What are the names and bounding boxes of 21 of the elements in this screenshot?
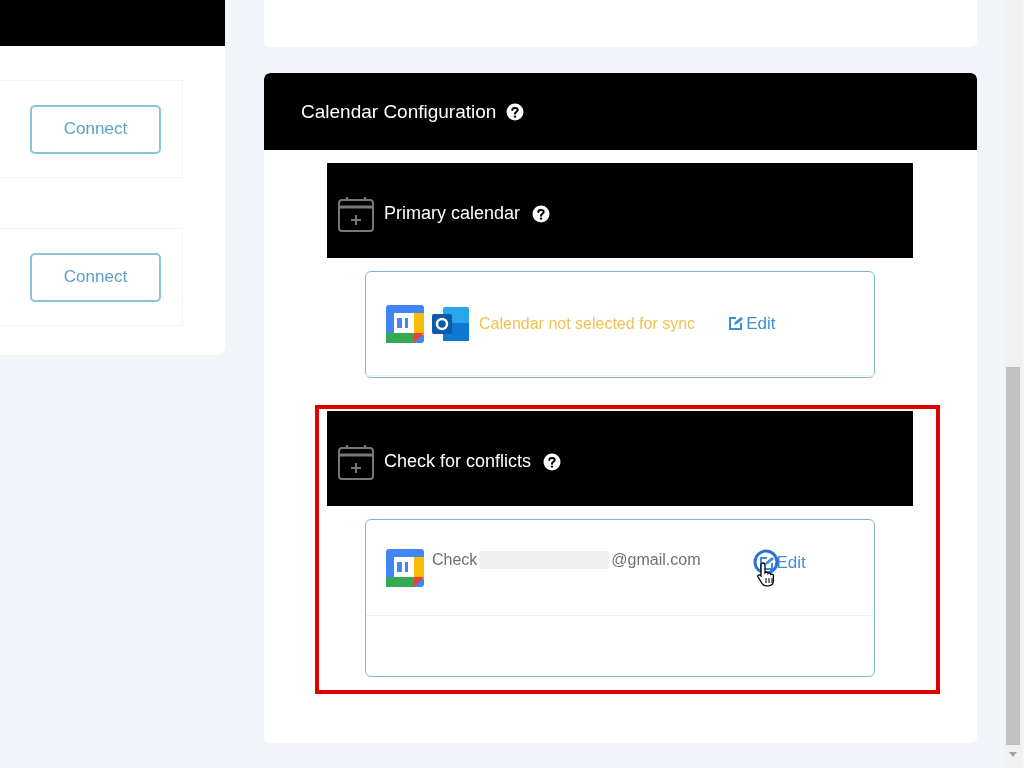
google-calendar-icon [386, 549, 424, 587]
section-title: Primary calendar [384, 203, 521, 224]
help-icon[interactable] [532, 204, 551, 223]
email-domain-text: @gmail.com [611, 551, 701, 569]
section-title: Check for conflicts [384, 451, 532, 472]
edit-icon [758, 555, 774, 571]
edit-link[interactable]: Edit [758, 553, 806, 573]
outlook-icon [431, 304, 471, 343]
connect-button[interactable]: Connect [30, 252, 161, 302]
sync-status-text: Calendar not selected for sync [479, 314, 696, 333]
help-icon[interactable] [506, 102, 525, 121]
calendar-add-icon [337, 442, 375, 481]
check-label: Check [432, 551, 478, 569]
google-calendar-icon [386, 304, 424, 343]
calendar-add-icon [337, 194, 375, 233]
help-icon[interactable] [543, 452, 562, 471]
edit-icon [728, 316, 744, 331]
scrollbar-thumb[interactable] [1006, 367, 1020, 745]
edit-link[interactable]: Edit [728, 313, 776, 334]
connect-button[interactable]: Connect [30, 104, 161, 154]
card-title: Calendar Configuration [301, 100, 497, 123]
